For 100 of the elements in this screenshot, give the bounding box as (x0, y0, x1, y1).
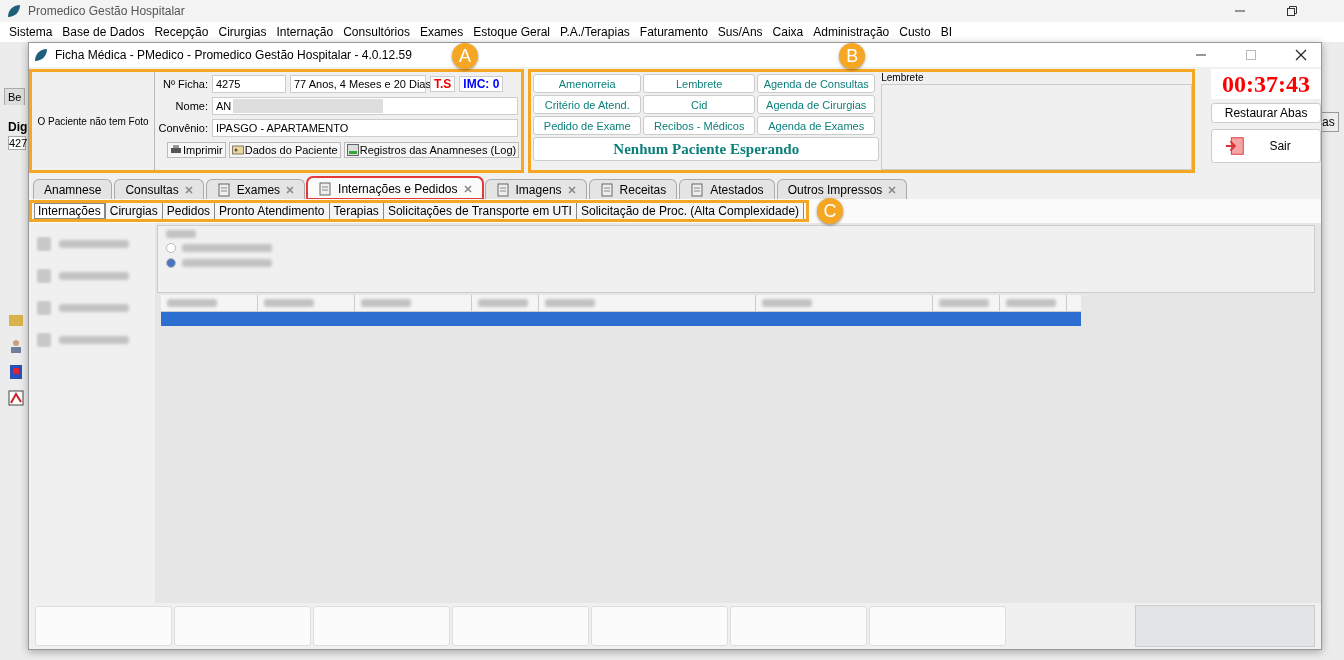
tab[interactable]: Pedidos (162, 203, 216, 219)
shortcut-button[interactable]: Agenda de Cirurgias (757, 95, 876, 114)
folder-icon[interactable] (8, 312, 24, 328)
shortcut-button[interactable]: Agenda de Consultas (757, 74, 876, 93)
imc-indicator: IMC: 0 (459, 76, 504, 92)
person-icon[interactable] (8, 338, 24, 354)
document-icon (495, 182, 510, 197)
ts-indicator: T.S (430, 76, 456, 92)
tab[interactable]: Internações (34, 203, 106, 219)
waiting-patients-button[interactable]: Nenhum Paciente Esperando (533, 137, 880, 161)
blurred-text (939, 299, 989, 307)
shortcut-button[interactable]: Recibos - Médicos (643, 116, 756, 135)
tab[interactable]: Terapias (329, 203, 384, 219)
menu-item[interactable]: Recepção (149, 25, 214, 39)
blurred-icon (37, 269, 51, 283)
blurred-text (59, 272, 129, 280)
reminder-text-area[interactable] (881, 84, 1193, 170)
app-title: Promedico Gestão Hospitalar (28, 4, 185, 18)
blurred-text (59, 304, 129, 312)
book-icon[interactable] (8, 364, 24, 380)
blurred-text (478, 299, 528, 307)
tab[interactable]: Solicitações de Transporte em UTI (383, 203, 577, 219)
window-title: Ficha Médica - PMedico - Promedico Gestão Hospitalar - 4.0.12.59 (55, 48, 412, 62)
annotation-badge: C (817, 198, 844, 224)
menu-item[interactable]: Estoque Geral (468, 25, 555, 39)
id-card-icon (231, 144, 244, 156)
menu-item[interactable]: Sistema (4, 25, 58, 39)
maximize-icon[interactable] (1245, 49, 1257, 61)
menu-item[interactable]: Internação (271, 25, 339, 39)
menu-item[interactable]: Administração (808, 25, 895, 39)
radio-button[interactable] (166, 258, 176, 268)
document-icon (599, 182, 614, 197)
shortcut-button[interactable]: Lembrete (643, 74, 756, 93)
tab[interactable]: Receitas (588, 179, 678, 199)
blurred-text (762, 299, 812, 307)
field-label: Nº Ficha: (162, 78, 208, 90)
menu-item[interactable]: Custo (894, 25, 936, 39)
menu-item[interactable]: Exames (414, 25, 469, 39)
radio-button[interactable] (166, 243, 176, 253)
tab[interactable]: Pronto Atendimento (215, 203, 330, 219)
exit-button[interactable]: Sair (1211, 129, 1321, 163)
blurred-icon (37, 301, 51, 315)
field-label: Convênio: (158, 122, 208, 134)
leaf-logo-icon (33, 47, 49, 63)
menu-item[interactable]: Base de Dados (57, 25, 150, 39)
blurred-text (166, 230, 196, 238)
print-button[interactable]: Imprimir (167, 142, 226, 158)
tab[interactable]: Cirurgias (105, 203, 163, 219)
menu-item[interactable]: Faturamento (634, 25, 713, 39)
restore-icon[interactable] (1286, 5, 1298, 17)
blurred-text (545, 299, 595, 307)
photo-caption: O Paciente não tem Foto (37, 115, 149, 127)
menu-item[interactable]: BI (935, 25, 957, 39)
menu-item[interactable]: Sus/Ans (712, 25, 768, 39)
input-field[interactable]: 427 (8, 136, 26, 150)
blurred-text (59, 240, 129, 248)
shortcut-button[interactable]: Amenorreia (533, 74, 642, 93)
tab[interactable]: Solicitação de Proc. (Alta Complexidade) (576, 203, 805, 219)
menu-item[interactable]: Consultórios (338, 25, 415, 39)
input-field[interactable]: AN (212, 97, 519, 115)
tab[interactable]: Exames (205, 179, 306, 199)
menu-item[interactable]: P.A./Terapias (555, 25, 635, 39)
tab[interactable]: Be (4, 88, 26, 105)
document-icon (318, 181, 333, 196)
blurred-icon (37, 237, 51, 251)
patient-data-button[interactable]: Dados do Paciente (228, 142, 341, 158)
restore-tabs-button[interactable]: Restaurar Abas (1211, 103, 1321, 123)
tab[interactable]: Outros Impressos (776, 179, 908, 199)
shortcut-button[interactable]: Critério de Atend. (533, 95, 642, 114)
exit-door-icon (1224, 135, 1247, 157)
shortcut-button[interactable]: Cid (643, 95, 756, 114)
panel-label: Lembrete (881, 72, 925, 84)
tab[interactable]: Anamnese (33, 179, 113, 199)
input-field[interactable]: IPASGO - APARTAMENTO (212, 119, 519, 137)
blurred-text (59, 336, 129, 344)
shortcut-button[interactable]: Pedido de Exame (533, 116, 642, 135)
field-label: Dig (8, 120, 28, 134)
blurred-text (361, 299, 411, 307)
document-icon (216, 182, 231, 197)
log-button[interactable]: Registros das Anamneses (Log) (343, 142, 520, 158)
log-icon (346, 144, 359, 156)
timer: 00:37:43 (1211, 69, 1321, 99)
menu-item[interactable]: Cirurgias (213, 25, 272, 39)
tab[interactable]: Internações e Pedidos (307, 177, 483, 199)
menu-item[interactable]: Caixa (767, 25, 809, 39)
document-icon (690, 182, 705, 197)
blurred-icon (37, 333, 51, 347)
printer-icon (170, 144, 182, 156)
tab[interactable]: Imagens (484, 179, 587, 199)
blurred-text (264, 299, 314, 307)
tab[interactable]: Atestados (679, 179, 775, 199)
field-label: Nome: (174, 100, 208, 112)
chart-icon[interactable] (8, 390, 24, 406)
shortcut-button[interactable]: Agenda de Exames (757, 116, 876, 135)
input-field[interactable]: 4275 (212, 75, 286, 93)
blurred-text (1006, 299, 1056, 307)
leaf-logo-icon (6, 3, 22, 19)
close-icon[interactable] (1295, 49, 1307, 61)
tab[interactable]: Consultas (114, 179, 204, 199)
blurred-text (167, 299, 217, 307)
